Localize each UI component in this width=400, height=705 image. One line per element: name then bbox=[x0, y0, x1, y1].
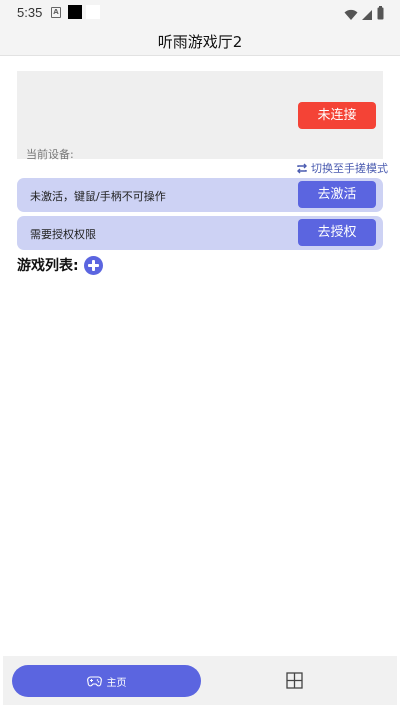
authorization-message: 需要授权权限 bbox=[30, 228, 96, 241]
gamepad-icon bbox=[86, 675, 102, 687]
game-list-title: 游戏列表: bbox=[17, 258, 79, 274]
plus-circle-icon[interactable] bbox=[83, 255, 103, 275]
activate-button[interactable]: 去激活 bbox=[298, 181, 376, 208]
status-bar: 5:35 A bbox=[0, 0, 400, 26]
device-panel: 未连接 当前设备: bbox=[17, 71, 383, 161]
activation-card: 未激活，键鼠/手柄不可操作 去激活 bbox=[17, 178, 383, 212]
authorize-button[interactable]: 去授权 bbox=[298, 219, 376, 246]
nav-home-label: 主页 bbox=[106, 677, 127, 689]
nav-home-tab[interactable]: 主页 bbox=[12, 665, 201, 697]
activation-message: 未激活，键鼠/手柄不可操作 bbox=[30, 190, 166, 203]
authorization-card: 需要授权权限 去授权 bbox=[17, 216, 383, 250]
notification-black-square-icon bbox=[68, 5, 82, 19]
switch-mode-label: 切换至手搓模式 bbox=[311, 162, 388, 175]
app-title: 听雨游戏厅2 bbox=[157, 33, 243, 51]
connect-status-button[interactable]: 未连接 bbox=[298, 102, 376, 129]
notification-white-square-icon bbox=[86, 5, 100, 19]
grid-icon[interactable] bbox=[286, 672, 303, 693]
sync-icon bbox=[296, 163, 308, 174]
bottom-nav: 主页 bbox=[3, 656, 397, 705]
wifi-icon bbox=[344, 6, 358, 25]
app-bar: 听雨游戏厅2 bbox=[0, 26, 400, 56]
status-time: 5:35 bbox=[17, 5, 43, 20]
game-list-header: 游戏列表: bbox=[17, 255, 103, 275]
battery-icon bbox=[377, 5, 384, 24]
switch-mode-link[interactable]: 切换至手搓模式 bbox=[296, 160, 388, 176]
signal-icon bbox=[361, 6, 373, 25]
notification-a-icon: A bbox=[51, 7, 61, 18]
current-device-label: 当前设备: bbox=[26, 148, 74, 161]
